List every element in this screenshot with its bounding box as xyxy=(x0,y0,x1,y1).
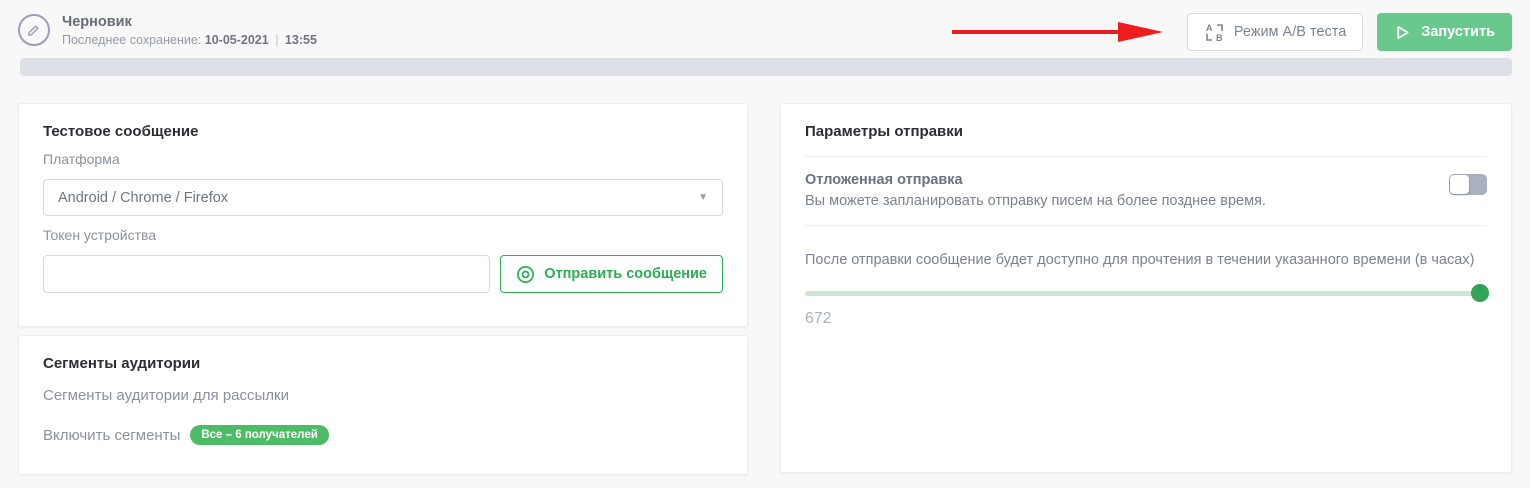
preview-target-icon xyxy=(517,265,535,283)
device-token-label: Токен устройства xyxy=(43,227,157,243)
last-save-time: 13:55 xyxy=(284,33,317,48)
progress-bar-container xyxy=(0,58,1530,76)
draft-text-block: Черновик Последнее сохранение: 10-05-202… xyxy=(62,13,317,47)
left-column: Тестовое сообщение Платформа Android / C… xyxy=(18,103,748,475)
campaign-progress-bar xyxy=(20,58,1512,76)
ab-test-mode-label: Режим А/В теста xyxy=(1233,24,1347,40)
ab-test-mode-button[interactable]: A B Режим А/В теста xyxy=(1186,13,1364,51)
segments-badge[interactable]: Все – 6 получателей xyxy=(190,425,329,445)
toggle-knob xyxy=(1450,175,1469,194)
last-save-date: 10-05-2021 xyxy=(204,33,269,48)
audience-segments-card: Сегменты аудитории Сегменты аудитории дл… xyxy=(18,335,748,475)
last-save-separator: | xyxy=(275,33,279,48)
draft-title: Черновик xyxy=(62,14,132,30)
send-test-message-button[interactable]: Отправить сообщение xyxy=(500,255,723,293)
audience-segments-subtitle: Сегменты аудитории для рассылки xyxy=(43,387,289,404)
delayed-send-title: Отложенная отправка xyxy=(805,172,963,188)
include-segments-label: Включить сегменты xyxy=(43,426,181,444)
ttl-slider-label: После отправки сообщение будет доступно … xyxy=(805,252,1475,268)
include-segments-row: Включить сегменты Все – 6 получателей xyxy=(43,425,723,445)
last-save-label: Последнее сохранение: xyxy=(62,33,202,48)
launch-button-label: Запустить xyxy=(1421,24,1495,40)
header-actions: A B Режим А/В теста Запустить xyxy=(950,13,1512,51)
send-test-message-label: Отправить сообщение xyxy=(544,266,707,282)
svg-text:A: A xyxy=(1206,23,1213,33)
platform-select[interactable]: Android / Chrome / Firefox ▼ xyxy=(43,179,723,216)
delayed-send-description: Вы можете запланировать отправку писем н… xyxy=(805,193,1266,209)
page-header: Черновик Последнее сохранение: 10-05-202… xyxy=(0,0,1530,56)
last-save-line: Последнее сохранение: 10-05-2021 | 13:55 xyxy=(62,33,317,47)
right-column: Параметры отправки Отложенная отправка В… xyxy=(780,103,1512,473)
svg-text:B: B xyxy=(1216,33,1223,43)
send-params-card: Параметры отправки Отложенная отправка В… xyxy=(780,103,1512,473)
ttl-slider[interactable] xyxy=(805,284,1489,302)
launch-button[interactable]: Запустить xyxy=(1377,13,1512,51)
ab-test-icon: A B xyxy=(1206,23,1223,43)
device-token-input[interactable] xyxy=(43,255,491,293)
red-arrow-annotation xyxy=(951,22,1163,42)
test-message-card: Тестовое сообщение Платформа Android / C… xyxy=(18,103,748,327)
token-row: Отправить сообщение xyxy=(43,255,723,293)
chevron-down-icon: ▼ xyxy=(698,192,708,203)
divider xyxy=(805,225,1487,226)
draft-status-block: Черновик Последнее сохранение: 10-05-202… xyxy=(18,13,317,47)
platform-label: Платформа xyxy=(43,151,120,167)
delayed-send-row: Отложенная отправка Вы можете запланиров… xyxy=(805,172,1487,209)
delayed-send-toggle[interactable] xyxy=(1449,174,1487,195)
divider xyxy=(805,156,1487,157)
play-icon xyxy=(1397,25,1409,39)
main-content: Тестовое сообщение Платформа Android / C… xyxy=(0,76,1530,475)
test-message-title: Тестовое сообщение xyxy=(43,123,199,140)
pencil-icon xyxy=(18,14,50,47)
ttl-slider-knob[interactable] xyxy=(1471,284,1489,302)
ttl-value: 672 xyxy=(805,310,832,327)
delayed-send-text: Отложенная отправка Вы можете запланиров… xyxy=(805,172,1266,209)
platform-select-value: Android / Chrome / Firefox xyxy=(58,189,229,206)
ttl-slider-track xyxy=(805,291,1487,296)
send-params-title: Параметры отправки xyxy=(805,123,964,140)
audience-segments-title: Сегменты аудитории xyxy=(43,355,201,372)
